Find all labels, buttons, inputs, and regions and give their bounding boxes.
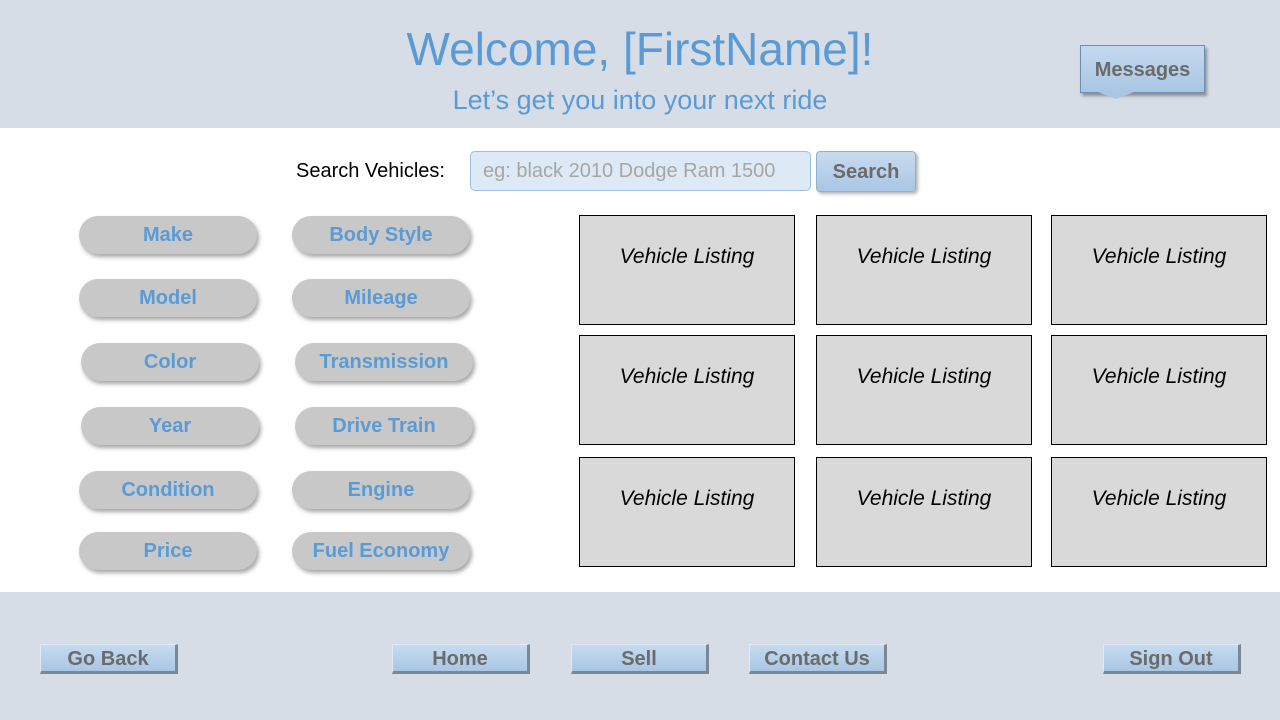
filter-year[interactable]: Year <box>81 407 259 445</box>
vehicle-listing-card[interactable]: Vehicle Listing <box>579 215 795 325</box>
vehicle-listing-label: Vehicle Listing <box>856 365 992 388</box>
filter-price[interactable]: Price <box>79 532 257 570</box>
search-input[interactable] <box>470 151 811 191</box>
vehicle-listing-label: Vehicle Listing <box>1091 365 1227 388</box>
vehicle-listing-card[interactable]: Vehicle Listing <box>579 457 795 567</box>
filter-condition[interactable]: Condition <box>79 471 257 509</box>
contact-us-button[interactable]: Contact Us <box>749 644 887 674</box>
filter-body-style[interactable]: Body Style <box>292 216 470 254</box>
vehicle-listing-label: Vehicle Listing <box>619 365 755 388</box>
vehicle-listing-label: Vehicle Listing <box>856 487 992 510</box>
vehicle-listing-label: Vehicle Listing <box>619 245 755 268</box>
filter-color[interactable]: Color <box>81 343 259 381</box>
filter-model[interactable]: Model <box>79 279 257 317</box>
vehicle-listing-card[interactable]: Vehicle Listing <box>1051 335 1267 445</box>
messages-callout-tail <box>1098 92 1134 99</box>
filter-mileage[interactable]: Mileage <box>292 279 470 317</box>
vehicle-listing-card[interactable]: Vehicle Listing <box>816 335 1032 445</box>
sign-out-button[interactable]: Sign Out <box>1103 644 1241 674</box>
vehicle-listing-card[interactable]: Vehicle Listing <box>1051 457 1267 567</box>
vehicle-listing-label: Vehicle Listing <box>1091 245 1227 268</box>
messages-button[interactable]: Messages <box>1080 45 1205 93</box>
vehicle-listing-label: Vehicle Listing <box>1091 487 1227 510</box>
vehicle-listing-card[interactable]: Vehicle Listing <box>816 215 1032 325</box>
filter-transmission[interactable]: Transmission <box>295 343 473 381</box>
filter-drive-train[interactable]: Drive Train <box>295 407 473 445</box>
vehicle-listing-card[interactable]: Vehicle Listing <box>1051 215 1267 325</box>
filter-engine[interactable]: Engine <box>292 471 470 509</box>
header-band: Welcome, [FirstName]! Let’s get you into… <box>0 0 1280 128</box>
vehicle-listing-label: Vehicle Listing <box>619 487 755 510</box>
vehicle-listing-card[interactable]: Vehicle Listing <box>579 335 795 445</box>
vehicle-listing-label: Vehicle Listing <box>856 245 992 268</box>
search-button[interactable]: Search <box>816 151 916 192</box>
vehicle-listing-card[interactable]: Vehicle Listing <box>816 457 1032 567</box>
filter-make[interactable]: Make <box>79 216 257 254</box>
search-label: Search Vehicles: <box>296 160 445 182</box>
go-back-button[interactable]: Go Back <box>40 644 178 674</box>
sell-button[interactable]: Sell <box>571 644 709 674</box>
filter-fuel-economy[interactable]: Fuel Economy <box>292 532 470 570</box>
home-button[interactable]: Home <box>392 644 530 674</box>
